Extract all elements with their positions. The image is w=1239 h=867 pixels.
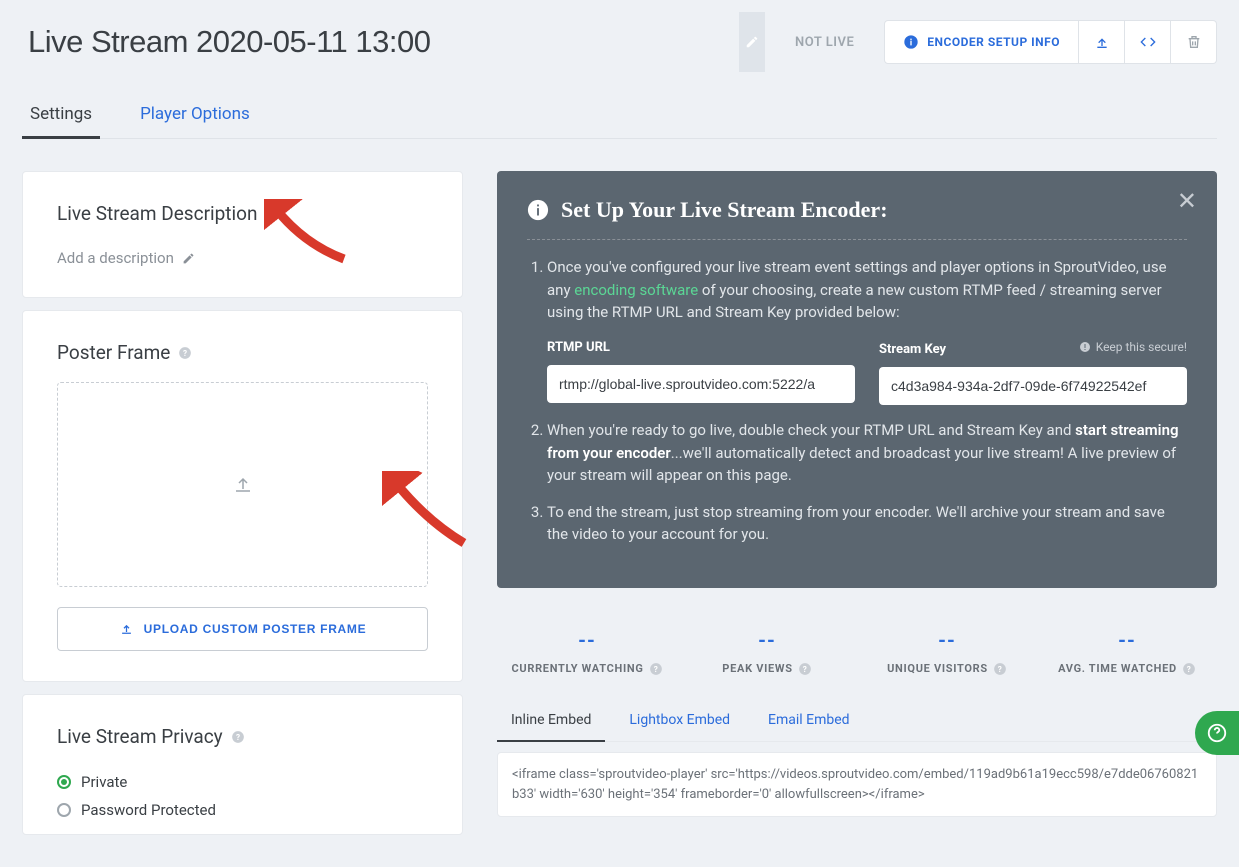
description-card: Live Stream Description ? Add a descript…	[22, 171, 463, 298]
help-icon	[1206, 722, 1228, 744]
embed-button[interactable]	[1125, 20, 1171, 64]
trash-icon	[1186, 34, 1202, 50]
close-icon[interactable]: ✕	[1177, 187, 1197, 215]
share-icon	[1094, 34, 1110, 50]
setup-step-2: When you're ready to go live, double che…	[547, 419, 1187, 487]
radio-icon	[57, 775, 71, 789]
embed-tab-lightbox[interactable]: Lightbox Embed	[615, 700, 744, 741]
svg-text:?: ?	[270, 208, 274, 218]
help-icon[interactable]: ?	[798, 662, 812, 676]
pencil-icon	[745, 35, 759, 49]
setup-step-3: To end the stream, just stop streaming f…	[547, 501, 1187, 546]
stats-row: -- CURRENTLY WATCHING? -- PEAK VIEWS? --…	[497, 628, 1217, 677]
stream-key-hint: Keep this secure!	[1079, 338, 1187, 356]
page-header: NOT LIVE ENCODER SETUP INFO	[22, 0, 1217, 72]
privacy-option-private[interactable]: Private	[57, 768, 428, 796]
live-status: NOT LIVE	[777, 12, 872, 72]
poster-dropzone[interactable]	[57, 382, 428, 587]
setup-panel-title: Set Up Your Live Stream Encoder:	[527, 197, 1187, 223]
stat-currently-watching: -- CURRENTLY WATCHING?	[497, 628, 677, 677]
warning-icon	[1079, 341, 1091, 353]
embed-tab-email[interactable]: Email Embed	[754, 700, 864, 741]
stat-unique-visitors: -- UNIQUE VISITORS?	[857, 628, 1037, 677]
pencil-icon	[182, 252, 195, 265]
rtmp-url-label: RTMP URL	[547, 338, 610, 358]
info-icon	[903, 34, 919, 50]
title-container	[22, 12, 765, 72]
privacy-option-password[interactable]: Password Protected	[57, 796, 428, 824]
help-icon[interactable]: ?	[993, 662, 1007, 676]
encoding-software-link[interactable]: encoding software	[574, 281, 698, 299]
svg-text:?: ?	[802, 663, 806, 673]
info-icon	[527, 199, 549, 221]
svg-text:?: ?	[236, 731, 240, 741]
stat-avg-time: -- AVG. TIME WATCHED?	[1037, 628, 1217, 677]
svg-text:?: ?	[998, 663, 1002, 673]
radio-icon	[57, 803, 71, 817]
upload-icon	[231, 473, 255, 497]
svg-text:?: ?	[653, 663, 657, 673]
embed-tabs: Inline Embed Lightbox Embed Email Embed …	[497, 700, 1217, 742]
delete-button[interactable]	[1171, 20, 1217, 64]
encoder-setup-panel: ✕ Set Up Your Live Stream Encoder: Once …	[497, 171, 1217, 588]
upload-poster-button[interactable]: UPLOAD CUSTOM POSTER FRAME	[57, 607, 428, 651]
encoder-setup-label: ENCODER SETUP INFO	[927, 35, 1060, 49]
description-title: Live Stream Description ?	[57, 202, 428, 225]
stream-key-label: Stream Key	[879, 340, 946, 360]
privacy-card: Live Stream Privacy ? Private Password P…	[22, 694, 463, 835]
code-icon	[1140, 34, 1156, 50]
help-fab[interactable]	[1195, 711, 1239, 755]
rtmp-url-input[interactable]	[547, 365, 855, 403]
tab-settings[interactable]: Settings	[22, 94, 100, 139]
poster-frame-title: Poster Frame ?	[57, 341, 428, 364]
tab-player-options[interactable]: Player Options	[132, 94, 258, 138]
setup-step-1: Once you've configured your live stream …	[547, 256, 1187, 405]
encoder-setup-button[interactable]: ENCODER SETUP INFO	[884, 20, 1079, 64]
header-actions: ENCODER SETUP INFO	[884, 12, 1217, 72]
title-edit-handle[interactable]	[739, 12, 765, 72]
help-icon[interactable]: ?	[265, 207, 279, 221]
svg-text:?: ?	[183, 347, 187, 357]
help-icon[interactable]: ?	[231, 730, 245, 744]
poster-frame-card: Poster Frame ? UPLOAD CUSTOM POSTER FRAM…	[22, 310, 463, 682]
stream-key-input[interactable]	[879, 367, 1187, 405]
help-icon[interactable]: ?	[649, 662, 663, 676]
embed-code-box[interactable]: <iframe class='sproutvideo-player' src='…	[497, 752, 1217, 817]
svg-text:?: ?	[1187, 663, 1191, 673]
upload-icon	[119, 622, 134, 637]
stat-peak-views: -- PEAK VIEWS?	[677, 628, 857, 677]
stream-title-input[interactable]	[22, 12, 739, 72]
embed-tab-inline[interactable]: Inline Embed	[497, 700, 605, 742]
privacy-title: Live Stream Privacy ?	[57, 725, 428, 748]
main-tabs: Settings Player Options	[22, 94, 1217, 139]
help-icon[interactable]: ?	[1182, 662, 1196, 676]
add-description-button[interactable]: Add a description	[57, 249, 428, 267]
help-icon[interactable]: ?	[178, 346, 192, 360]
share-button[interactable]	[1079, 20, 1125, 64]
